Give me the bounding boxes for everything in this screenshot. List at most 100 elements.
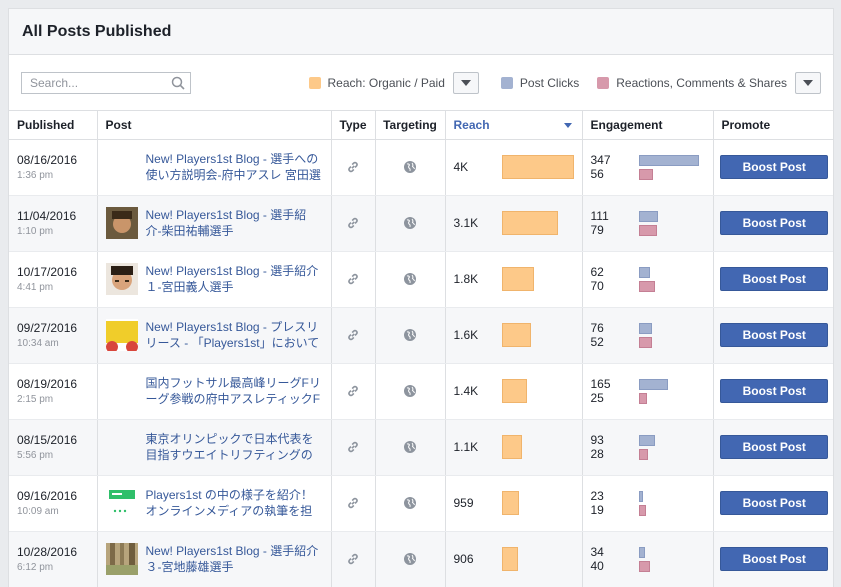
post-clicks-value: 93 xyxy=(590,433,604,447)
boost-post-button[interactable]: Boost Post xyxy=(720,323,829,347)
promote-cell: Boost Post xyxy=(713,307,833,364)
col-targeting[interactable]: Targeting xyxy=(375,111,446,140)
published-cell: 08/16/2016 1:36 pm xyxy=(9,139,98,196)
reach-bar xyxy=(501,323,531,347)
promote-cell: Boost Post xyxy=(713,475,833,532)
post-title-link[interactable]: 国内フットサル最高峰リーグFリーグ参戦の府中アスレティックF xyxy=(146,375,322,407)
reach-dropdown-button[interactable] xyxy=(452,71,479,94)
col-engagement[interactable]: Engagement xyxy=(582,111,714,140)
reach-value: 1.8K xyxy=(453,272,479,286)
post-clicks-bar xyxy=(638,322,652,334)
post-title-link[interactable]: 東京オリンピックで日本代表を目指すウエイトリフティングの大塩 xyxy=(146,431,322,463)
reactions-value: 19 xyxy=(590,503,604,517)
post-title-link[interactable]: New! Players1st Blog - 選手紹介３-宮地藤雄選手 xyxy=(146,543,322,575)
published-time: 6:12 pm xyxy=(17,562,54,573)
boost-post-button[interactable]: Boost Post xyxy=(720,267,829,291)
post-thumbnail[interactable] xyxy=(105,543,138,575)
reach-swatch xyxy=(308,76,321,89)
boost-post-button[interactable]: Boost Post xyxy=(720,547,829,571)
all-posts-panel: All Posts Published Reach: Organic / Pai… xyxy=(8,8,834,587)
post-title-link[interactable]: New! Players1st Blog - 選手紹介１-宮田義人選手 xyxy=(146,263,322,295)
type-cell xyxy=(331,475,376,532)
reactions-bar xyxy=(638,168,653,180)
table-row: 10/28/2016 6:12 pm New! Players1st Blog … xyxy=(9,531,833,587)
published-date: 09/16/2016 xyxy=(17,489,78,503)
post-title-link[interactable]: New! Players1st Blog - 選手への使い方説明会-府中アスレ … xyxy=(146,151,322,183)
reach-bar xyxy=(501,155,574,179)
post-title-link[interactable]: New! Players1st Blog - 選手紹介-柴田祐輔選手 xyxy=(146,207,322,239)
post-title-link[interactable]: Players1st の中の様子を紹介！オンラインメディアの執筆を担当 xyxy=(146,487,322,519)
reactions-bar xyxy=(638,336,652,348)
reactions-bar xyxy=(638,224,657,236)
post-cell: New! Players1st Blog - 選手への使い方説明会-府中アスレ … xyxy=(97,139,332,196)
col-published[interactable]: Published xyxy=(9,111,98,140)
sort-desc-icon xyxy=(563,123,572,128)
targeting-cell xyxy=(375,475,446,532)
engagement-dropdown-button[interactable] xyxy=(795,71,821,94)
boost-post-button[interactable]: Boost Post xyxy=(720,211,829,235)
post-clicks-value: 347 xyxy=(590,153,611,167)
boost-post-button[interactable]: Boost Post xyxy=(720,379,829,403)
table-row: 08/19/2016 2:15 pm 国内フットサル最高峰リーグFリーグ参戦の府… xyxy=(9,363,833,420)
post-clicks-bar xyxy=(638,210,658,222)
reactions-value: 25 xyxy=(590,391,604,405)
search-input[interactable] xyxy=(22,72,170,93)
post-cell: 国内フットサル最高峰リーグFリーグ参戦の府中アスレティックF xyxy=(97,363,332,420)
published-time: 5:56 pm xyxy=(17,450,54,461)
legend-reach: Reach: Organic / Paid xyxy=(308,76,445,90)
reach-bar xyxy=(501,491,519,515)
link-icon xyxy=(348,162,358,173)
type-cell xyxy=(331,531,376,587)
reactions-value: 56 xyxy=(590,167,604,181)
boost-post-button[interactable]: Boost Post xyxy=(720,155,829,179)
type-cell xyxy=(331,251,376,308)
boost-post-button[interactable]: Boost Post xyxy=(720,435,829,459)
reactions-value: 79 xyxy=(590,223,604,237)
published-cell: 09/27/2016 10:34 am xyxy=(9,307,98,364)
globe-icon xyxy=(404,553,416,566)
link-icon xyxy=(348,554,358,565)
globe-icon xyxy=(404,441,416,454)
published-cell: 10/28/2016 6:12 pm xyxy=(9,531,98,587)
reach-value: 4K xyxy=(453,160,469,174)
panel-header: All Posts Published xyxy=(9,9,833,55)
search-icon[interactable] xyxy=(171,76,185,90)
panel-title: All Posts Published xyxy=(22,22,172,40)
table-row: 10/17/2016 4:41 pm New! Players1st Blog … xyxy=(9,251,833,308)
reactions-bar xyxy=(638,280,655,292)
post-thumbnail xyxy=(106,431,138,463)
reach-cell: 1.8K xyxy=(445,251,583,308)
published-cell: 11/04/2016 1:10 pm xyxy=(9,195,98,252)
published-cell: 08/19/2016 2:15 pm xyxy=(9,363,98,420)
post-cell: New! Players1st Blog - プレスリリース - 「Player… xyxy=(97,307,332,364)
published-date: 11/04/2016 xyxy=(17,209,77,223)
post-clicks-value: 34 xyxy=(590,545,604,559)
post-thumbnail[interactable] xyxy=(105,319,138,353)
globe-icon xyxy=(404,217,416,230)
globe-icon xyxy=(404,385,416,398)
targeting-cell xyxy=(375,419,446,476)
post-thumbnail[interactable] xyxy=(105,487,138,519)
globe-icon xyxy=(404,161,416,174)
col-post[interactable]: Post xyxy=(97,111,332,140)
chart-legend: Reach: Organic / Paid Post Clicks Reacti… xyxy=(308,71,821,94)
post-thumbnail[interactable] xyxy=(105,263,138,295)
published-time: 10:09 am xyxy=(17,506,59,517)
post-title-link[interactable]: New! Players1st Blog - プレスリリース - 「Player… xyxy=(146,319,322,351)
post-clicks-bar xyxy=(638,434,655,446)
published-date: 08/15/2016 xyxy=(17,433,78,447)
table-row: 09/16/2016 10:09 am Players1st の中の様子を紹介！… xyxy=(9,475,833,532)
col-type[interactable]: Type xyxy=(331,111,376,140)
reactions-swatch xyxy=(597,76,610,89)
reactions-bar xyxy=(638,504,646,516)
engagement-cell: 93 28 xyxy=(582,419,714,476)
post-thumbnail[interactable] xyxy=(105,207,138,239)
type-cell xyxy=(331,307,376,364)
post-thumbnail xyxy=(106,151,138,183)
engagement-cell: 111 79 xyxy=(582,195,714,252)
targeting-cell xyxy=(375,531,446,587)
boost-post-button[interactable]: Boost Post xyxy=(720,491,829,515)
link-icon xyxy=(348,498,358,509)
targeting-cell xyxy=(375,363,446,420)
col-reach[interactable]: Reach xyxy=(445,111,583,140)
